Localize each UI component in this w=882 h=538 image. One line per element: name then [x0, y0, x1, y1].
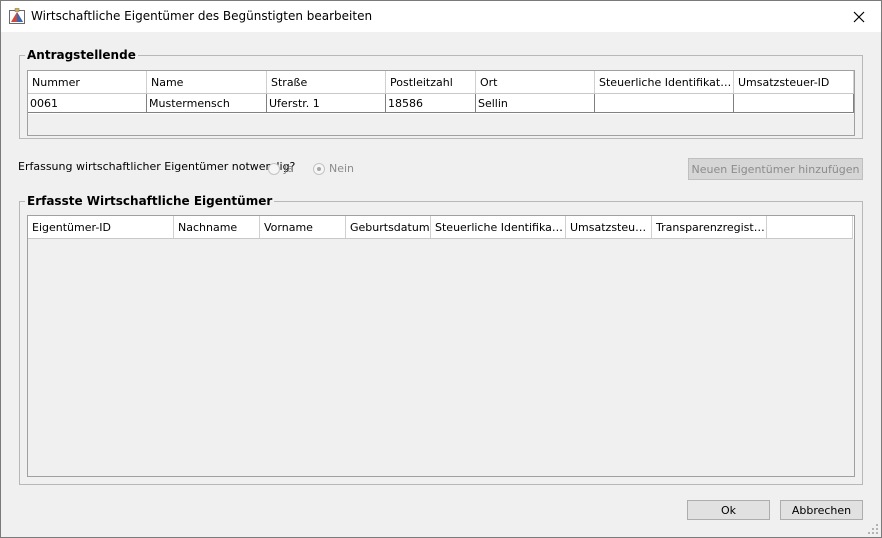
cancel-button[interactable]: Abbrechen: [780, 500, 863, 520]
applicants-column-header[interactable]: Steuerliche Identifikation: [595, 71, 734, 93]
owners-column-header[interactable]: Umsatzsteue...: [566, 216, 652, 238]
table-cell[interactable]: [734, 94, 854, 113]
applicants-column-header[interactable]: Ort: [476, 71, 595, 93]
owners-column-header-filler: [767, 216, 853, 238]
app-icon: [9, 8, 25, 24]
window-title: Wirtschaftliche Eigentümer des Begünstig…: [31, 9, 373, 23]
applicants-table-empty-area: [28, 114, 854, 135]
owners-table-empty-area: [28, 239, 854, 476]
applicants-column-header[interactable]: Nummer: [28, 71, 147, 93]
table-cell[interactable]: [595, 94, 734, 113]
owners-legend: Erfasste Wirtschaftliche Eigentümer: [27, 194, 273, 208]
table-cell[interactable]: Mustermensch: [147, 94, 267, 113]
applicants-column-header[interactable]: Straße: [267, 71, 386, 93]
owners-table: Eigentümer-ID Nachname Vorname Geburtsdatum…: [27, 215, 855, 477]
owners-table-header: Eigentümer-ID Nachname Vorname Geburtsdatum…: [28, 216, 853, 239]
radio-nein[interactable]: Nein: [313, 162, 354, 175]
owners-column-header[interactable]: Geburtsdatum: [346, 216, 431, 238]
dialog-window: Wirtschaftliche Eigentümer des Begünstig…: [0, 0, 882, 538]
applicants-column-header[interactable]: Umsatzsteuer-ID: [734, 71, 854, 93]
radio-ja-label: Ja: [284, 162, 294, 175]
title-bar[interactable]: Wirtschaftliche Eigentümer des Begünstig…: [1, 1, 881, 32]
applicants-legend: Antragstellende: [27, 48, 136, 62]
table-cell[interactable]: 0061: [28, 94, 147, 113]
ok-button[interactable]: Ok: [687, 500, 770, 520]
table-cell[interactable]: 18586: [386, 94, 476, 113]
table-cell[interactable]: Sellin: [476, 94, 595, 113]
owner-required-question: Erfassung wirtschaftlicher Eigentümer no…: [18, 160, 296, 173]
applicants-column-header[interactable]: Name: [147, 71, 267, 93]
table-cell[interactable]: Uferstr. 1: [267, 94, 386, 113]
radio-nein-label: Nein: [329, 162, 355, 175]
radio-ja[interactable]: Ja: [268, 162, 294, 175]
owners-column-header[interactable]: Steuerliche Identifikation: [431, 216, 566, 238]
applicants-table-header: Nummer Name Straße Postleitzahl Ort Steuerlic…: [28, 71, 854, 94]
table-row[interactable]: 0061 Mustermensch Uferstr. 1 18586 Sellin: [28, 94, 854, 113]
close-icon[interactable]: [837, 1, 881, 32]
owners-column-header[interactable]: Transparenzregiste...: [652, 216, 767, 238]
radio-nein-circle[interactable]: [313, 162, 325, 175]
add-owner-button[interactable]: Neuen Eigentümer hinzufügen: [688, 158, 863, 180]
resize-grip-icon[interactable]: [867, 523, 879, 535]
radio-selected-dot: [317, 166, 321, 171]
owners-column-header[interactable]: Eigentümer-ID: [28, 216, 174, 238]
applicants-column-header[interactable]: Postleitzahl: [386, 71, 476, 93]
radio-ja-circle[interactable]: [268, 162, 280, 175]
applicants-table: Nummer Name Straße Postleitzahl Ort Steuerlic…: [27, 70, 855, 136]
owners-column-header[interactable]: Nachname: [174, 216, 260, 238]
owners-column-header[interactable]: Vorname: [260, 216, 346, 238]
